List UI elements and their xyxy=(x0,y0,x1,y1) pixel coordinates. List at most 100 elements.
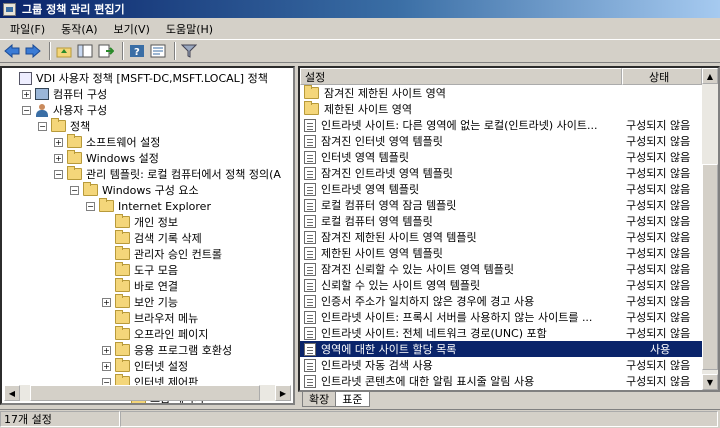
list-setting-row[interactable]: 잠겨진 인터넷 영역 템플릿 구성되지 않음 xyxy=(300,133,702,149)
tree-item[interactable]: 도구 모음 xyxy=(102,262,178,278)
tree-pane[interactable]: VDI 사용자 정책 [MSFT-DC,MSFT.LOCAL] 정책 + 컴퓨터 구… xyxy=(0,66,295,405)
scroll-right-icon[interactable]: ▶ xyxy=(275,385,291,401)
forward-icon[interactable] xyxy=(24,42,42,60)
filter-icon[interactable] xyxy=(180,42,198,60)
setting-icon xyxy=(304,246,316,260)
setting-name: 잠겨진 인터넷 영역 템플릿 xyxy=(321,135,443,148)
tree-item[interactable]: + 응용 프로그램 호환성 xyxy=(102,342,232,358)
show-hide-tree-icon[interactable] xyxy=(76,42,94,60)
collapse-icon[interactable]: − xyxy=(22,105,31,115)
list-setting-row[interactable]: 제한된 사이트 영역 템플릿 구성되지 않음 xyxy=(300,245,702,261)
tree-item[interactable]: − 정책 xyxy=(38,118,90,134)
expand-icon[interactable]: + xyxy=(54,137,63,147)
folder-icon xyxy=(115,294,130,308)
list-setting-row[interactable]: 잠겨진 인트라넷 영역 템플릿 구성되지 않음 xyxy=(300,165,702,181)
setting-state: 구성되지 않음 xyxy=(626,247,691,260)
expand-icon[interactable]: + xyxy=(22,89,31,99)
column-header-state[interactable]: 상태 xyxy=(622,68,702,85)
scroll-left-icon[interactable]: ◀ xyxy=(4,385,20,401)
tree-item[interactable]: 검색 기록 삭제 xyxy=(102,230,202,246)
back-icon[interactable] xyxy=(3,42,21,60)
tab-standard[interactable]: 표준 xyxy=(335,392,370,407)
properties-icon[interactable] xyxy=(149,42,167,60)
list-setting-row[interactable]: 인트라넷 사이트: 전체 네트워크 경로(UNC) 포함 구성되지 않음 xyxy=(300,325,702,341)
tree-item[interactable]: − Windows 구성 요소 xyxy=(70,182,199,198)
folder-icon xyxy=(304,101,319,115)
tab-extended[interactable]: 확장 xyxy=(302,392,337,407)
expand-icon[interactable]: + xyxy=(102,297,111,307)
list-setting-row[interactable]: 로컬 컴퓨터 영역 잠금 템플릿 구성되지 않음 xyxy=(300,197,702,213)
export-list-icon[interactable] xyxy=(97,42,115,60)
app-icon xyxy=(3,2,16,16)
column-header-setting[interactable]: 설정 xyxy=(300,68,622,85)
list-setting-row[interactable]: 인트라넷 자동 검색 사용 구성되지 않음 xyxy=(300,357,702,373)
tree-item[interactable]: 오프라인 페이지 xyxy=(102,326,208,342)
scroll-up-icon[interactable]: ▲ xyxy=(702,68,718,84)
collapse-icon[interactable]: − xyxy=(70,185,79,195)
list-vertical-scrollbar[interactable]: ▲ ▼ xyxy=(702,68,718,390)
expand-icon[interactable]: + xyxy=(102,345,111,355)
tree-item[interactable]: 브라우저 메뉴 xyxy=(102,310,198,326)
collapse-icon[interactable]: − xyxy=(38,121,47,131)
list-setting-row[interactable]: 인트라넷 콘텐츠에 대한 알림 표시줄 알림 사용 구성되지 않음 xyxy=(300,373,702,389)
help-icon[interactable]: ? xyxy=(128,42,146,60)
tree-item[interactable]: + 소프트웨어 설정 xyxy=(54,134,160,150)
folder-icon xyxy=(99,198,114,212)
tree-item[interactable]: − Internet Explorer xyxy=(86,198,211,214)
setting-name-cell: 잠겨진 신뢰할 수 있는 사이트 영역 템플릿 xyxy=(300,261,622,277)
tree-item-label: 정책 xyxy=(70,120,91,133)
tree-item-label: 보안 기능 xyxy=(134,296,178,309)
tree-item[interactable]: − 관리 템플릿: 로컬 컴퓨터에서 정책 정의(A xyxy=(54,166,281,182)
tree-item-label: 관리자 승인 컨트롤 xyxy=(134,248,222,261)
setting-name: 잠겨진 신뢰할 수 있는 사이트 영역 템플릿 xyxy=(321,263,515,276)
collapse-icon[interactable]: − xyxy=(54,169,63,179)
tree-item[interactable]: 개인 정보 xyxy=(102,214,178,230)
tree-item-label: 사용자 구성 xyxy=(53,104,108,117)
menu-action[interactable]: 동작(A) xyxy=(55,19,103,39)
menu-file[interactable]: 파일(F) xyxy=(4,19,51,39)
collapse-icon[interactable]: − xyxy=(86,201,95,211)
list-setting-row[interactable]: 인터넷 영역 템플릿 구성되지 않음 xyxy=(300,149,702,165)
settings-list-pane[interactable]: 설정 상태 잠겨진 제한된 사이트 영역 제한된 사이트 영역 인트라넷 사이트: … xyxy=(298,66,720,392)
list-setting-row[interactable]: 인증서 주소가 일치하지 않은 경우에 경고 사용 구성되지 않음 xyxy=(300,293,702,309)
list-setting-row[interactable]: 잠겨진 제한된 사이트 영역 템플릿 구성되지 않음 xyxy=(300,229,702,245)
tree-item[interactable]: + 보안 기능 xyxy=(102,294,178,310)
list-folder-row[interactable]: 잠겨진 제한된 사이트 영역 xyxy=(300,85,702,101)
scroll-down-icon[interactable]: ▼ xyxy=(702,374,718,390)
tree-item[interactable]: + 컴퓨터 구성 xyxy=(22,86,107,102)
expand-icon[interactable]: + xyxy=(102,361,111,371)
up-folder-icon[interactable] xyxy=(55,42,73,60)
menu-view[interactable]: 보기(V) xyxy=(108,19,156,39)
list-folder-row[interactable]: 제한된 사이트 영역 xyxy=(300,101,702,117)
setting-icon xyxy=(304,342,316,356)
tree-item[interactable]: 바로 연결 xyxy=(102,278,178,294)
toolbar-separator xyxy=(49,42,51,60)
tree-item[interactable]: + 인터넷 설정 xyxy=(102,358,188,374)
tree-item[interactable]: − 사용자 구성 xyxy=(22,102,107,118)
folder-icon xyxy=(115,310,130,324)
setting-icon xyxy=(304,358,316,372)
list-setting-row[interactable]: 인트라넷 영역 템플릿 구성되지 않음 xyxy=(300,181,702,197)
scroll-track[interactable] xyxy=(20,385,275,401)
tree-item[interactable]: VDI 사용자 정책 [MSFT-DC,MSFT.LOCAL] 정책 xyxy=(6,70,268,86)
toolbar-separator xyxy=(122,42,124,60)
list-setting-row[interactable]: 인트라넷 사이트: 다른 영역에 없는 로컬(인트라넷) 사이트... 구성되지 … xyxy=(300,117,702,133)
setting-state: 구성되지 않음 xyxy=(626,135,691,148)
setting-name-cell: 인트라넷 사이트: 전체 네트워크 경로(UNC) 포함 xyxy=(300,325,622,341)
list-setting-row[interactable]: 인트라넷 사이트: 프록시 서버를 사용하지 않는 사이트를 ... 구성되지 않… xyxy=(300,309,702,325)
tree-horizontal-scrollbar[interactable]: ◀ ▶ xyxy=(4,385,291,401)
expand-icon[interactable]: + xyxy=(54,153,63,163)
list-setting-row[interactable]: 잠겨진 신뢰할 수 있는 사이트 영역 템플릿 구성되지 않음 xyxy=(300,261,702,277)
tree-item[interactable]: + Windows 설정 xyxy=(54,150,159,166)
list-setting-row[interactable]: 신뢰할 수 있는 사이트 영역 템플릿 구성되지 않음 xyxy=(300,277,702,293)
scroll-thumb[interactable] xyxy=(702,164,718,370)
computer-icon xyxy=(35,88,49,100)
setting-name: 신뢰할 수 있는 사이트 영역 템플릿 xyxy=(321,279,481,292)
tree-item[interactable]: 관리자 승인 컨트롤 xyxy=(102,246,222,262)
list-setting-row[interactable]: 영역에 대한 사이트 할당 목록 사용 xyxy=(300,341,702,357)
setting-state: 구성되지 않음 xyxy=(626,263,691,276)
scroll-thumb[interactable] xyxy=(30,385,260,401)
menu-help[interactable]: 도움말(H) xyxy=(160,19,219,39)
list-setting-row[interactable]: 로컬 컴퓨터 영역 템플릿 구성되지 않음 xyxy=(300,213,702,229)
setting-icon xyxy=(304,118,316,132)
